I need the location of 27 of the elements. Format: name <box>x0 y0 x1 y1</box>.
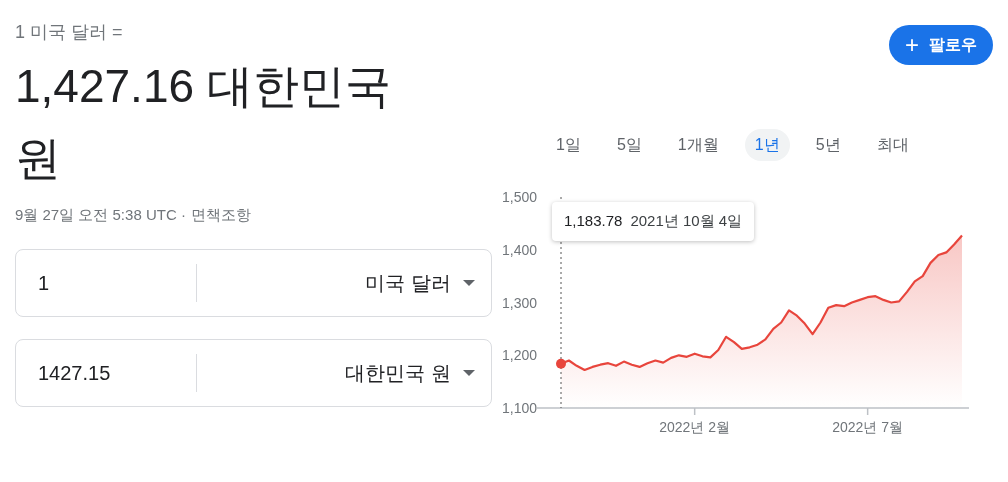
conversion-result: 1,427.16 대한민국 원 <box>15 59 392 186</box>
amount-field[interactable]: 1 <box>16 271 188 295</box>
tooltip-value: 1,183.78 <box>564 212 623 231</box>
tooltip-date: 2021년 10월 4일 <box>630 212 743 231</box>
axis-label: 2022년 2월 <box>659 419 731 435</box>
axis-label: 1,500 <box>501 189 537 205</box>
point-marker <box>556 358 566 369</box>
range-tab[interactable]: 1일 <box>546 129 591 161</box>
amount-field[interactable]: 1427.15 <box>16 361 188 385</box>
range-tab[interactable]: 1개월 <box>667 129 729 161</box>
currency-dropdown[interactable]: 대한민국 원 <box>197 348 491 398</box>
axis-label: 1,400 <box>501 241 537 258</box>
timestamp: 9월 27일 오전 5:38 UTC · <box>15 206 186 225</box>
axis-label: 1,200 <box>501 347 537 364</box>
caret-icon <box>463 280 475 286</box>
range-tab[interactable]: 5일 <box>606 129 652 161</box>
follow-button[interactable]: + 팔로우 <box>889 25 993 65</box>
range-tab[interactable]: 5년 <box>805 129 851 161</box>
axis-label: 1,300 <box>501 294 537 311</box>
axis-label: 2022년 7월 <box>832 419 904 435</box>
base-label: 1 미국 달러 = <box>15 21 124 44</box>
currency-dropdown[interactable]: 미국 달러 <box>197 258 491 308</box>
axis-label: 1,100 <box>501 400 537 416</box>
range-tab[interactable]: 1년 <box>744 129 790 161</box>
disclaimer-link[interactable]: 면책조항 <box>190 206 251 225</box>
caret-icon <box>463 370 475 376</box>
range-tab[interactable]: 최대 <box>866 129 919 161</box>
